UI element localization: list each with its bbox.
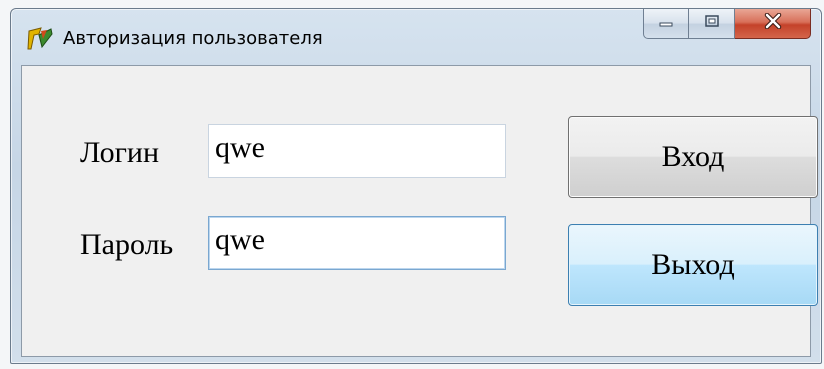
maximize-icon bbox=[704, 14, 720, 33]
login-button[interactable]: Вход bbox=[568, 116, 818, 198]
exit-button[interactable]: Выход bbox=[568, 224, 818, 306]
password-label: Пароль bbox=[80, 228, 174, 261]
login-input[interactable]: qwe bbox=[208, 124, 506, 178]
close-icon bbox=[764, 12, 782, 34]
minimize-button[interactable] bbox=[643, 9, 689, 39]
password-input[interactable]: qwe bbox=[208, 216, 506, 270]
exit-button-label: Выход bbox=[651, 248, 735, 281]
close-button[interactable] bbox=[735, 9, 811, 39]
login-button-label: Вход bbox=[661, 140, 725, 173]
login-window: Авторизация пользователя Логин qwe Парол bbox=[10, 8, 822, 364]
form-area: Логин qwe Пароль qwe Вход Выход bbox=[21, 65, 818, 357]
app-icon bbox=[27, 25, 53, 51]
login-label: Логин bbox=[80, 136, 160, 169]
window-title: Авторизация пользователя bbox=[63, 28, 323, 49]
minimize-icon bbox=[658, 15, 674, 33]
title-bar[interactable]: Авторизация пользователя bbox=[11, 9, 821, 65]
caption-buttons bbox=[643, 9, 811, 41]
maximize-button[interactable] bbox=[689, 9, 735, 39]
